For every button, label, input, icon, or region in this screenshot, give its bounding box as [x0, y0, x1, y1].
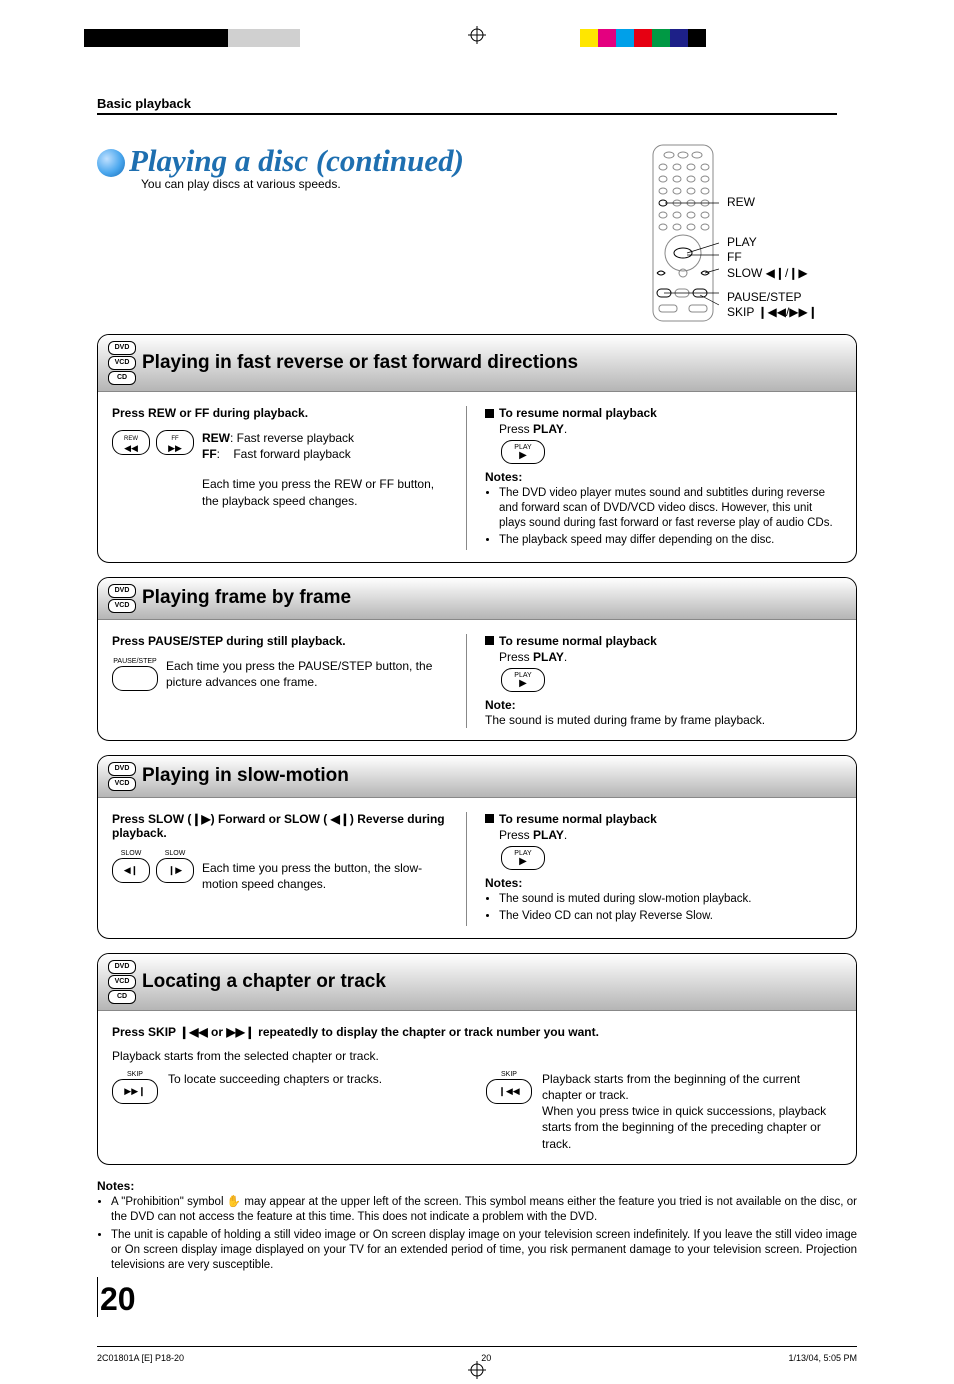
instruction: Press PAUSE/STEP during still playback. [112, 634, 452, 648]
bottom-notes: Notes: A "Prohibition" symbol ✋ may appe… [97, 1179, 857, 1273]
page-number: 20 [100, 1281, 136, 1318]
remote-label-rew: REW [727, 195, 818, 211]
section-title: Playing in slow-motion [142, 765, 349, 787]
section-title: Playing frame by frame [142, 587, 351, 609]
disc-icon-vcd: VCD [108, 975, 136, 989]
remote-label-skip: SKIP ❙◀◀/▶▶❙ [727, 305, 818, 321]
resume-heading: To resume normal playback [499, 406, 657, 420]
section-title: Locating a chapter or track [142, 971, 386, 993]
section-frame-by-frame: DVD VCD Playing frame by frame Press PAU… [97, 577, 857, 741]
disc-icon-dvd: DVD [108, 341, 136, 355]
instruction: Press REW or FF during playback. [112, 406, 452, 420]
resume-heading: To resume normal playback [499, 634, 657, 648]
section-locate-chapter: DVD VCD CD Locating a chapter or track P… [97, 953, 857, 1165]
page-title: Playing a disc (continued) [129, 143, 464, 179]
slow-fwd-button-icon: ❙▶ [156, 858, 194, 883]
notes-label: Notes: [485, 876, 842, 890]
note-item: The DVD video player mutes sound and sub… [499, 486, 842, 531]
play-button-icon: PLAY▶ [501, 846, 545, 870]
disc-icon-dvd: DVD [108, 960, 136, 974]
section-title: Playing in fast reverse or fast forward … [142, 352, 578, 374]
registration-blocks-right [580, 29, 706, 47]
page-subtitle: You can play discs at various speeds. [141, 177, 647, 191]
note-item: The playback speed may differ depending … [499, 533, 842, 548]
print-registration-bar [0, 0, 954, 56]
remote-icon [647, 143, 719, 323]
play-button-icon: PLAY▶ [501, 668, 545, 692]
disc-icon-dvd: DVD [108, 584, 136, 598]
remote-label-slow: SLOW ◀❙/❙▶ [727, 266, 818, 282]
notes-label: Notes: [485, 470, 842, 484]
pause-step-button-icon [112, 666, 158, 691]
note-item: The unit is capable of holding a still v… [111, 1228, 857, 1273]
sub-instruction: Playback starts from the selected chapte… [112, 1049, 842, 1063]
disc-icon-vcd: VCD [108, 777, 136, 791]
title-bullet-icon [97, 149, 125, 177]
remote-label-pause: PAUSE/STEP [727, 290, 818, 306]
desc-frame-advance: Each time you press the PAUSE/STEP butto… [166, 658, 452, 690]
skip-prev-desc: Playback starts from the beginning of th… [542, 1071, 842, 1152]
skip-prev-button-icon: ❙◀◀ [486, 1079, 532, 1104]
note-label: Note: [485, 698, 842, 712]
note-text: The sound is muted during frame by frame… [485, 712, 842, 728]
crosshair-icon [468, 26, 486, 44]
skip-next-button-icon: ▶▶❙ [112, 1079, 158, 1104]
remote-label-play: PLAY [727, 235, 818, 251]
resume-heading: To resume normal playback [499, 812, 657, 826]
section-slow-motion: DVD VCD Playing in slow-motion Press SLO… [97, 755, 857, 939]
footer-left: 2C01801A [E] P18-20 [97, 1353, 184, 1363]
crosshair-icon [0, 1361, 954, 1384]
section-fast-rev-fwd: DVD VCD CD Playing in fast reverse or fa… [97, 334, 857, 563]
footer-right: 1/13/04, 5:05 PM [788, 1353, 857, 1363]
rew-button-icon: REW ◀◀ [112, 430, 150, 455]
disc-icon-dvd: DVD [108, 762, 136, 776]
disc-icon-vcd: VCD [108, 599, 136, 613]
remote-label-ff: FF [727, 250, 818, 266]
instruction: Press SKIP ❙◀◀ or ▶▶❙ repeatedly to disp… [112, 1025, 842, 1039]
pause-step-label: PAUSE/STEP [113, 658, 156, 665]
disc-icon-vcd: VCD [108, 356, 136, 370]
skip-next-desc: To locate succeeding chapters or tracks. [168, 1071, 382, 1087]
disc-icon-cd: CD [108, 371, 136, 385]
note-item: The sound is muted during slow-motion pl… [499, 892, 842, 907]
desc-slow-speed: Each time you press the button, the slow… [202, 860, 452, 892]
desc-speed-change: Each time you press the REW or FF button… [202, 476, 452, 508]
ff-button-icon: FF ▶▶ [156, 430, 194, 455]
registration-blocks-left [84, 29, 300, 47]
play-button-icon: PLAY▶ [501, 440, 545, 464]
note-item: A "Prohibition" symbol ✋ may appear at t… [111, 1195, 857, 1225]
section-label: Basic playback [97, 96, 837, 115]
note-item: The Video CD can not play Reverse Slow. [499, 909, 842, 924]
instruction: Press SLOW (❙▶) Forward or SLOW ( ◀❙) Re… [112, 812, 452, 840]
remote-diagram: REW PLAY FF SLOW ◀❙/❙▶ PAUSE/STEP SKIP ❙… [647, 143, 857, 324]
disc-icon-cd: CD [108, 990, 136, 1004]
slow-rev-button-icon: ◀❙ [112, 858, 150, 883]
